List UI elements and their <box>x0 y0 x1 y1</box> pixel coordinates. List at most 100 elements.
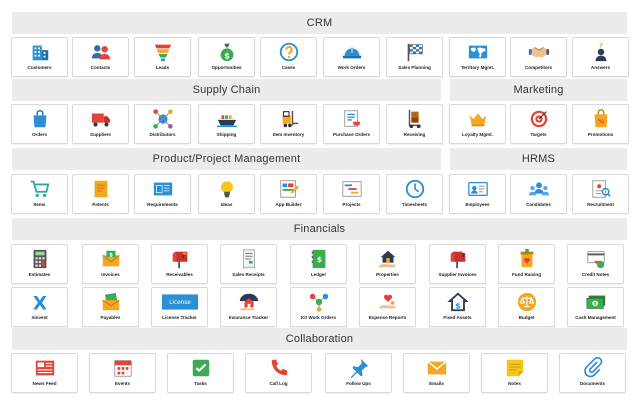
tile-credit-notes[interactable]: Credit Notes <box>567 244 624 284</box>
tile-kit-work-orders[interactable]: Kit Work Orders <box>290 287 347 327</box>
tile-invoices[interactable]: $ Invoices <box>82 244 139 284</box>
section-header-collaboration: Collaboration <box>12 328 627 350</box>
resume-search-icon <box>589 178 613 200</box>
tile-budget[interactable]: Budget <box>498 287 555 327</box>
tile-sales-planning[interactable]: Sales Planning <box>386 37 443 77</box>
tile-distributors[interactable]: Distributors <box>134 104 191 144</box>
xinvest-logo-icon: X <box>28 291 52 313</box>
tile-cases[interactable]: Cases <box>260 37 317 77</box>
tile-recruitment[interactable]: Recruitment <box>572 174 629 214</box>
tile-label: Fund Raising <box>511 272 542 277</box>
person-question-icon: ? <box>589 41 613 63</box>
tile-license-tracker[interactable]: License License Tracker <box>151 287 208 327</box>
tile-patents[interactable]: Patents <box>72 174 129 214</box>
tile-events[interactable]: Events <box>89 353 156 393</box>
tile-tasks[interactable]: Tasks <box>167 353 234 393</box>
credit-note-icon <box>584 248 608 270</box>
umbrella-house-icon <box>237 291 261 313</box>
tile-receiving[interactable]: Receiving <box>386 104 443 144</box>
section-header-crm: CRM <box>12 12 627 34</box>
tile-estimates[interactable]: Estimates <box>11 244 68 284</box>
tile-cash-management[interactable]: $ Cash Management <box>567 287 624 327</box>
house-dollar-icon: $ <box>446 291 470 313</box>
tile-work-orders[interactable]: Work Orders <box>323 37 380 77</box>
tile-promotions[interactable]: % Promotions <box>572 104 629 144</box>
tile-expense-reports[interactable]: Expense Reports <box>359 287 416 327</box>
svg-text:%: % <box>597 118 604 126</box>
tile-xinvest[interactable]: X Xinvest <box>11 287 68 327</box>
section-title-financials: Financials <box>293 223 346 235</box>
tile-fund-raising[interactable]: Fund Raising <box>498 244 555 284</box>
tile-label: App Builder <box>275 202 302 207</box>
section-title-product-project: Product/Project Management <box>152 153 301 165</box>
tile-label: Leads <box>155 65 170 70</box>
tile-label: Supplier Invoices <box>438 272 477 277</box>
tile-news-feed[interactable]: News Feed <box>11 353 78 393</box>
tile-label: Distributors <box>149 132 176 137</box>
tile-items[interactable]: Items <box>11 174 68 214</box>
checkered-flag-icon <box>403 41 427 63</box>
tile-suppliers[interactable]: Suppliers <box>72 104 129 144</box>
tile-leads[interactable]: Leads <box>134 37 191 77</box>
tile-fixed-assets[interactable]: $ Fixed Assets <box>429 287 486 327</box>
tile-label: Work Orders <box>337 65 366 70</box>
svg-text:$: $ <box>224 50 230 60</box>
sticky-note-icon <box>503 357 527 379</box>
phone-icon <box>267 357 291 379</box>
tile-app-builder[interactable]: App Builder <box>260 174 317 214</box>
svg-text:?: ? <box>599 41 603 49</box>
tile-requirements[interactable]: Requirements <box>134 174 191 214</box>
tile-item-inventory[interactable]: Item Inventory <box>260 104 317 144</box>
tile-notes[interactable]: Notes <box>481 353 548 393</box>
tile-label: Cash Management <box>575 315 616 320</box>
section-header-hrms: HRMS <box>450 148 627 170</box>
id-card-icon <box>466 178 490 200</box>
tile-follow-ups[interactable]: Follow Ups <box>325 353 392 393</box>
tile-purchase-orders[interactable]: Purchase Orders <box>323 104 380 144</box>
blueprint-icon <box>151 178 175 200</box>
tile-candidates[interactable]: Candidates <box>510 174 567 214</box>
tile-employees[interactable]: Employees <box>449 174 506 214</box>
section-header-marketing: Marketing <box>450 79 627 101</box>
tile-emails[interactable]: Emails <box>403 353 470 393</box>
tile-ledger[interactable]: $ Ledger <box>290 244 347 284</box>
tile-orders[interactable]: Orders <box>11 104 68 144</box>
tile-projects[interactable]: Projects <box>323 174 380 214</box>
tile-loyalty-mgmt[interactable]: Loyalty Mgmt. <box>449 104 506 144</box>
tile-label: Properties <box>376 272 399 277</box>
tile-insurance-tracker[interactable]: Insurance Tracker <box>220 287 277 327</box>
license-card-text: License <box>169 300 191 306</box>
gantt-icon <box>340 178 364 200</box>
tile-contacts[interactable]: Contacts <box>72 37 129 77</box>
tile-targets[interactable]: Targets <box>510 104 567 144</box>
tile-documents[interactable]: Documents <box>559 353 626 393</box>
tile-label: Receiving <box>403 132 426 137</box>
tile-customers[interactable]: Customers <box>11 37 68 77</box>
forklift-icon <box>277 108 301 130</box>
hand-truck-icon <box>403 108 427 130</box>
tile-supplier-invoices[interactable]: Supplier Invoices <box>429 244 486 284</box>
section-header-product-project: Product/Project Management <box>12 148 441 170</box>
tile-shipping[interactable]: Shipping <box>198 104 255 144</box>
tile-timesheets[interactable]: Timesheets <box>386 174 443 214</box>
tile-label: Expense Reports <box>368 315 407 320</box>
email-icon <box>425 357 449 379</box>
tile-label: Purchase Orders <box>332 132 371 137</box>
tile-properties[interactable]: Properties <box>359 244 416 284</box>
tile-payables[interactable]: Payables <box>82 287 139 327</box>
handshake-icon <box>527 41 551 63</box>
tile-territory-mgmt[interactable]: Territory Mgmt. <box>449 37 506 77</box>
calendar-icon <box>111 357 135 379</box>
tile-sales-receipts[interactable]: Sales Receipts <box>220 244 277 284</box>
tile-label: Contacts <box>90 65 111 70</box>
tile-call-log[interactable]: Call Log <box>245 353 312 393</box>
tile-answers[interactable]: ? Answers <box>572 37 629 77</box>
tile-competitors[interactable]: Competitors <box>510 37 567 77</box>
tile-receivables[interactable]: Receivables <box>151 244 208 284</box>
tile-opportunities[interactable]: $ Opportunities <box>198 37 255 77</box>
tile-label: Employees <box>465 202 490 207</box>
tile-label: Territory Mgmt. <box>460 65 495 70</box>
tile-label: Insurance Tracker <box>228 315 269 320</box>
tile-ideas[interactable]: Ideas <box>198 174 255 214</box>
banknotes-icon: $ <box>584 291 608 313</box>
